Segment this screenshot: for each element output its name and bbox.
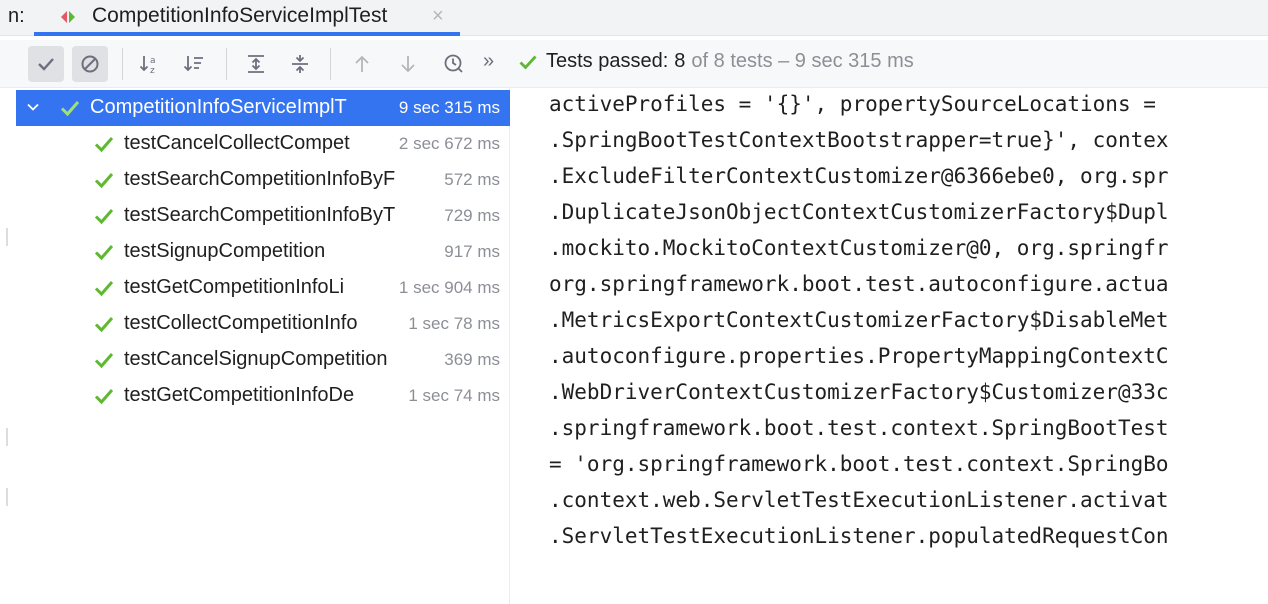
console-line: .springframework.boot.test.context.Sprin…: [549, 416, 1169, 440]
sort-alphabetically-button[interactable]: az: [132, 46, 168, 82]
toolbar-separator: [330, 48, 331, 80]
tree-item-label: testSearchCompetitionInfoByF: [124, 168, 396, 190]
run-label: n:: [8, 5, 25, 27]
passed-check-icon: [94, 315, 114, 338]
run-tool-window-tabbar: n: CompetitionInfoServiceImplTest ×: [0, 0, 1268, 36]
test-runner-toolbar: az » Tests passed: 8 of 8 tests – 9 sec …: [0, 40, 1268, 88]
console-line: .WebDriverContextCustomizerFactory$Custo…: [549, 380, 1169, 404]
tree-item-label: testSignupCompetition: [124, 240, 326, 262]
console-line: .autoconfigure.properties.PropertyMappin…: [549, 344, 1169, 368]
tree-item-duration: 9 sec 315 ms: [394, 98, 500, 118]
expand-all-button[interactable]: [238, 46, 274, 82]
console-line: .ExcludeFilterContextCustomizer@6366ebe0…: [549, 164, 1169, 188]
tree-item-duration: 1 sec 74 ms: [404, 386, 500, 406]
test-class-icon: [60, 9, 76, 30]
passed-check-icon: [60, 99, 80, 122]
tree-item-duration: 917 ms: [440, 242, 500, 262]
next-arrow-icon: [401, 56, 415, 73]
console-line: .context.web.ServletTestExecutionListene…: [549, 488, 1169, 512]
passed-check-icon: [94, 279, 114, 302]
tree-item-label: testSearchCompetitionInfoByT: [124, 204, 396, 226]
stop-circle-icon: [81, 55, 99, 73]
gutter-marker: [6, 228, 8, 246]
passed-check-icon: [94, 171, 114, 194]
passed-check-icon: [94, 387, 114, 410]
sort-alpha-icon: az: [139, 56, 156, 75]
check-icon: [519, 55, 537, 70]
expand-all-icon: [248, 55, 264, 73]
test-history-button[interactable]: [436, 46, 472, 82]
chevron-down-icon[interactable]: [26, 96, 40, 119]
tree-item-duration: 572 ms: [440, 170, 500, 190]
tree-item-label: CompetitionInfoServiceImplT: [90, 96, 347, 118]
tab-competition-info-service-impl-test[interactable]: CompetitionInfoServiceImplTest ×: [34, 0, 460, 36]
tree-item-duration: 729 ms: [440, 206, 500, 226]
tree-item-test[interactable]: testCancelSignupCompetition 369 ms: [16, 342, 510, 378]
close-icon[interactable]: ×: [432, 5, 444, 28]
tree-item-label: testCancelCollectCompet: [124, 132, 350, 154]
collapse-all-button[interactable]: [282, 46, 318, 82]
toolbar-separator: [122, 48, 123, 80]
passed-check-icon: [94, 351, 114, 374]
previous-arrow-icon: [355, 55, 369, 72]
tree-item-label: testGetCompetitionInfoDe: [124, 384, 355, 406]
toolbar-overflow-chevron-icon[interactable]: »: [483, 50, 494, 73]
tab-title: CompetitionInfoServiceImplTest: [92, 4, 388, 27]
console-line: activeProfiles = '{}', propertySourceLoc…: [549, 92, 1169, 116]
tree-item-label: testCollectCompetitionInfo: [124, 312, 358, 334]
console-line: .DuplicateJsonObjectContextCustomizerFac…: [549, 200, 1169, 224]
check-icon: [38, 58, 54, 71]
status-passed-count: 8: [674, 50, 686, 72]
passed-check-icon: [94, 207, 114, 230]
tree-item-label: testCancelSignupCompetition: [124, 348, 388, 370]
test-results-tree: CompetitionInfoServiceImplT 9 sec 315 ms…: [16, 88, 510, 604]
console-line: .MetricsExportContextCustomizerFactory$D…: [549, 308, 1169, 332]
gutter-marker: [6, 488, 8, 506]
next-failed-test-button[interactable]: [390, 46, 426, 82]
tree-item-duration: 1 sec 78 ms: [404, 314, 500, 334]
console-line: .SpringBootTestContextBootstrapper=true}…: [549, 128, 1169, 152]
left-gutter: [0, 88, 16, 604]
history-clock-icon: [444, 54, 463, 73]
tree-item-test[interactable]: testCollectCompetitionInfo 1 sec 78 ms: [16, 306, 510, 342]
svg-text:z: z: [150, 66, 155, 75]
console-line: .ServletTestExecutionListener.populatedR…: [549, 524, 1169, 548]
tree-root-test-class[interactable]: CompetitionInfoServiceImplT 9 sec 315 ms: [16, 90, 510, 126]
tree-item-test[interactable]: testSignupCompetition 917 ms: [16, 234, 510, 270]
tree-item-test[interactable]: testSearchCompetitionInfoByT 729 ms: [16, 198, 510, 234]
tree-item-duration: 1 sec 904 ms: [394, 278, 500, 298]
console-line: .mockito.MockitoContextCustomizer@0, org…: [549, 236, 1169, 260]
show-passed-button[interactable]: [28, 46, 64, 82]
active-tab-indicator: [34, 32, 460, 36]
svg-text:a: a: [150, 56, 156, 66]
tree-item-test[interactable]: testGetCompetitionInfoLi 1 sec 904 ms: [16, 270, 510, 306]
show-ignored-button[interactable]: [72, 46, 108, 82]
collapse-all-icon: [292, 55, 308, 73]
tree-item-duration: 2 sec 672 ms: [394, 134, 500, 154]
passed-check-icon: [94, 135, 114, 158]
toolbar-separator: [226, 48, 227, 80]
tree-item-duration: 369 ms: [440, 350, 500, 370]
status-label: Tests passed:: [546, 50, 669, 72]
previous-failed-test-button[interactable]: [344, 46, 380, 82]
tree-item-test[interactable]: testGetCompetitionInfoDe 1 sec 74 ms: [16, 378, 510, 414]
tree-item-label: testGetCompetitionInfoLi: [124, 276, 345, 298]
tree-item-test[interactable]: testSearchCompetitionInfoByF 572 ms: [16, 162, 510, 198]
passed-check-icon: [94, 243, 114, 266]
sort-by-duration-button[interactable]: [176, 46, 212, 82]
tree-item-test[interactable]: testCancelCollectCompet 2 sec 672 ms: [16, 126, 510, 162]
gutter-marker: [6, 428, 8, 446]
console-line: = 'org.springframework.boot.test.context…: [549, 452, 1169, 476]
status-total-duration: of 8 tests – 9 sec 315 ms: [691, 50, 914, 72]
console-line: org.springframework.boot.test.autoconfig…: [549, 272, 1169, 296]
sort-duration-icon: [183, 56, 203, 72]
console-output[interactable]: activeProfiles = '{}', propertySourceLoc…: [511, 88, 1268, 604]
test-status-summary: Tests passed: 8 of 8 tests – 9 sec 315 m…: [518, 50, 914, 73]
